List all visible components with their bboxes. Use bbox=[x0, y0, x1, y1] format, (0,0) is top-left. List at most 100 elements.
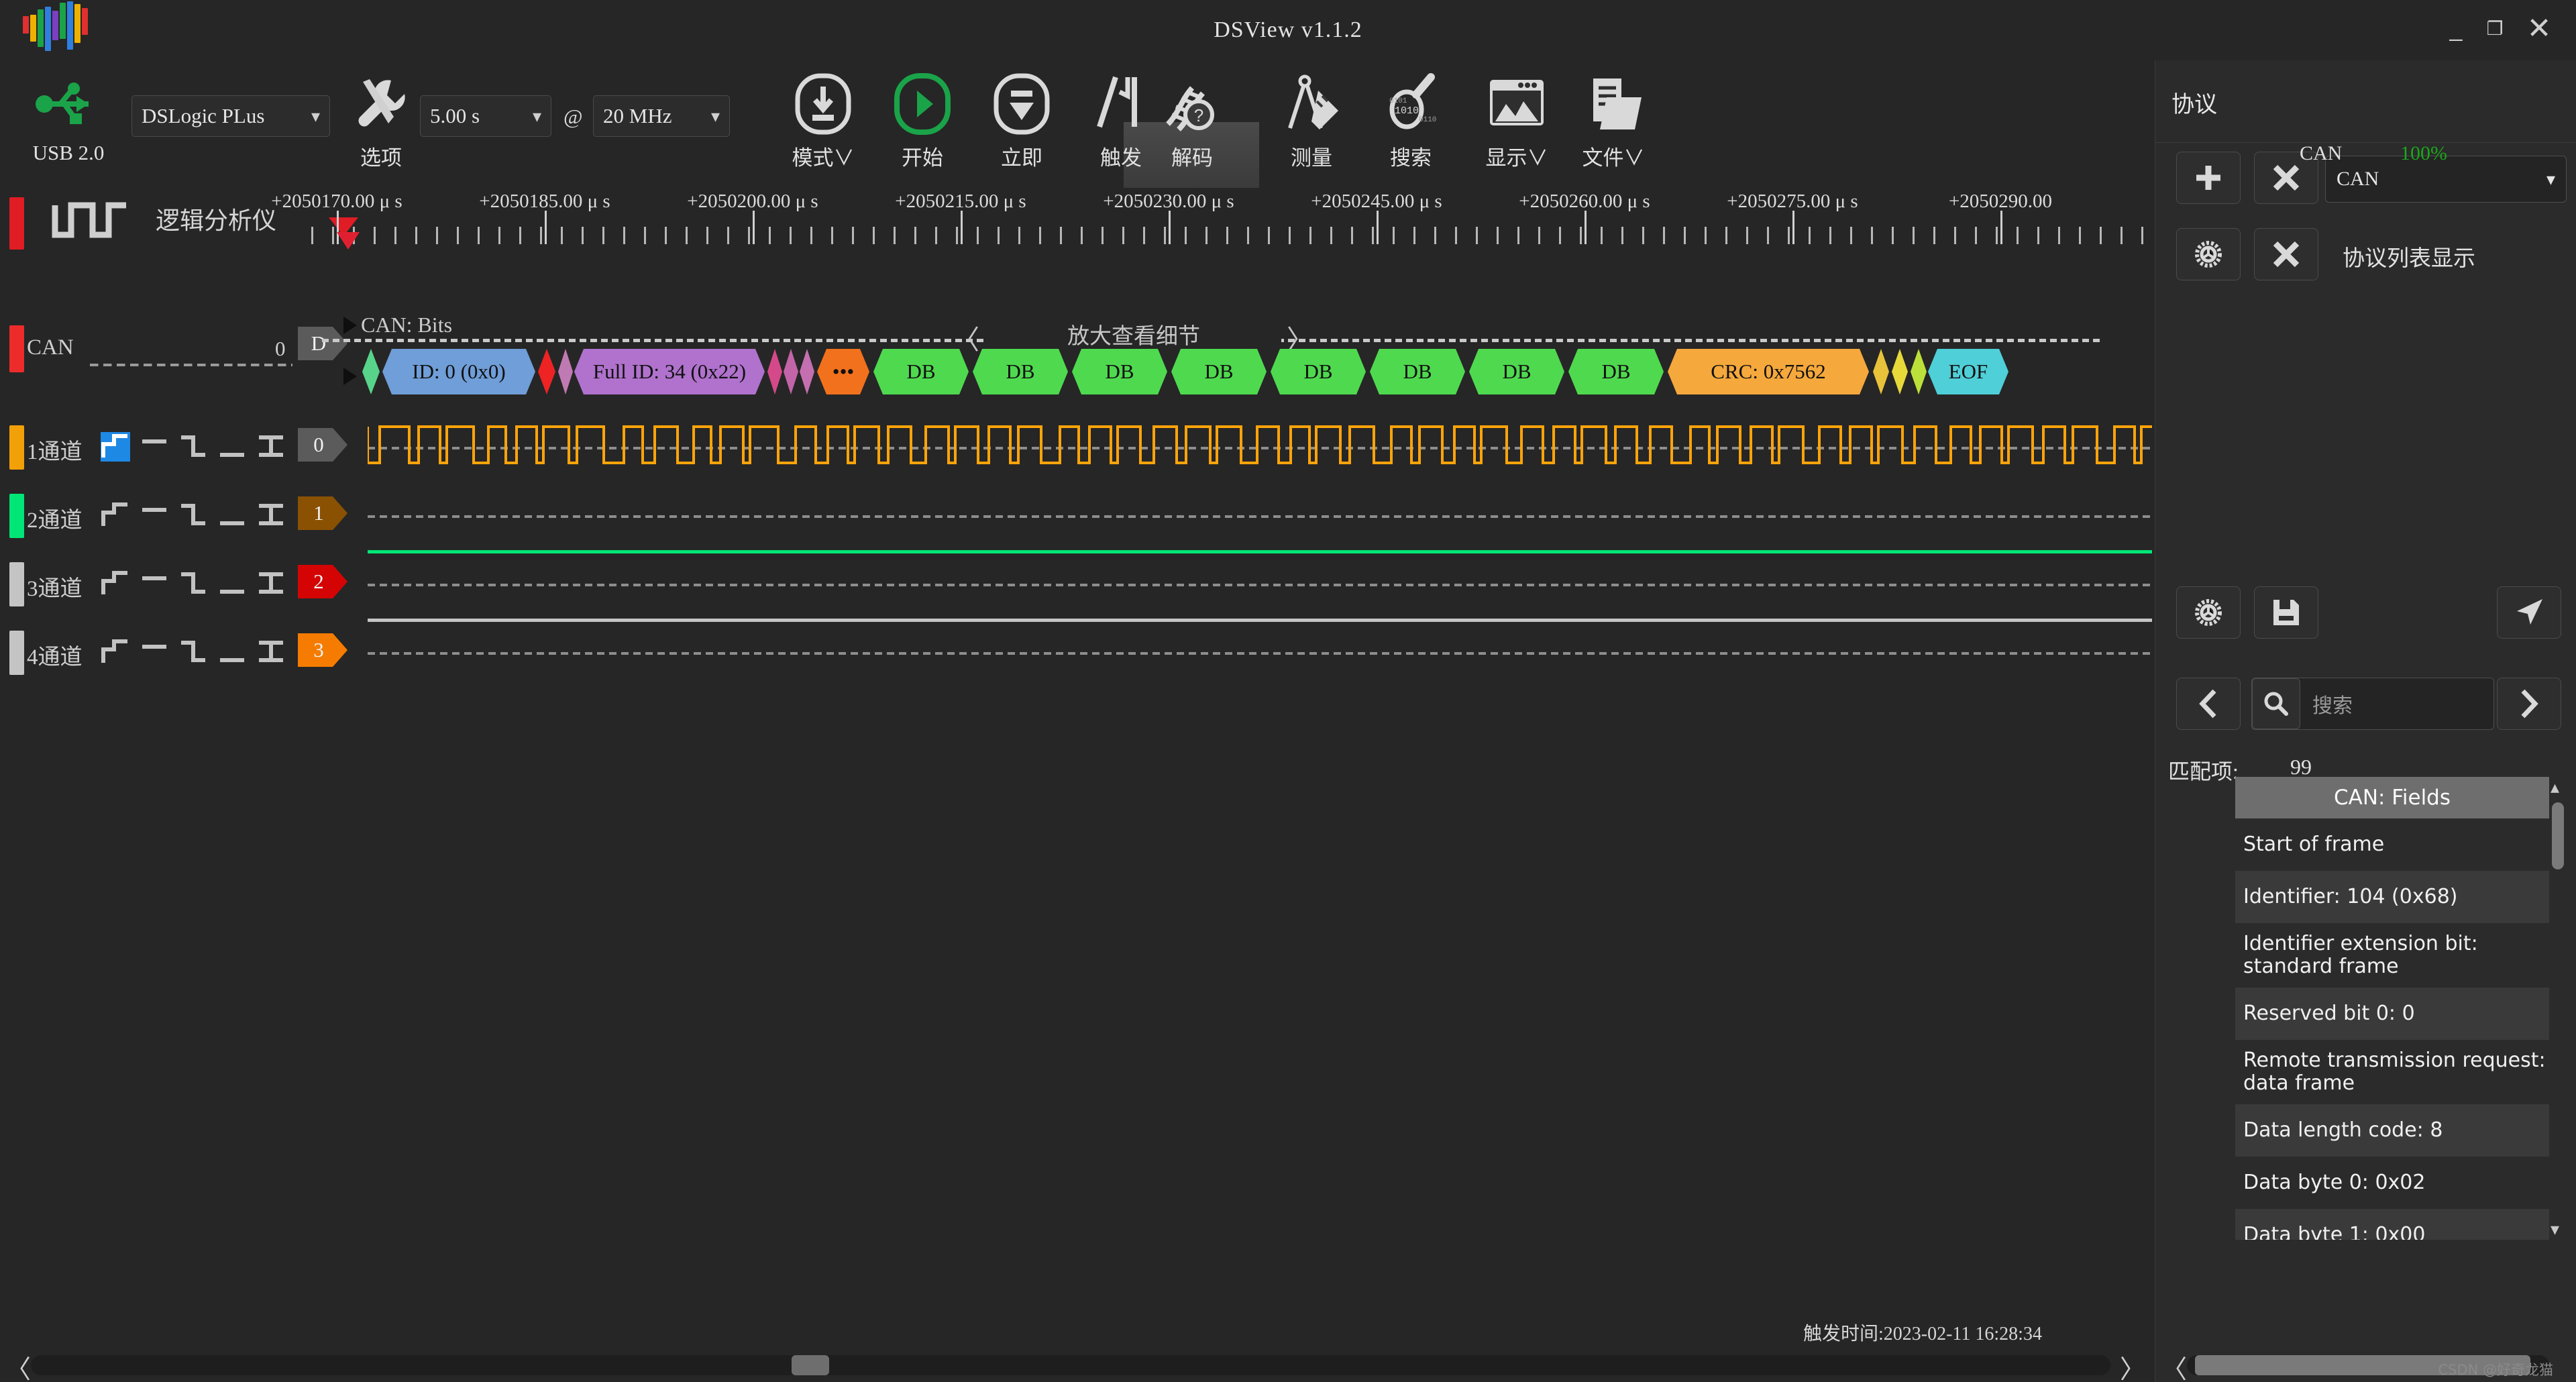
low-level-icon[interactable] bbox=[217, 637, 247, 667]
minimize-button[interactable]: _ bbox=[2436, 9, 2475, 48]
field-list-item[interactable]: 3Reserved bit 0: 0 bbox=[2235, 988, 2549, 1040]
trigger-edge-buttons[interactable] bbox=[101, 432, 286, 462]
duration-select[interactable]: 5.00 s ▾ bbox=[420, 95, 551, 137]
decode-expand-icon[interactable] bbox=[343, 317, 357, 334]
rising-edge-icon[interactable] bbox=[101, 432, 130, 462]
channel-color-chip[interactable] bbox=[9, 562, 24, 606]
add-decoder-button[interactable] bbox=[2176, 152, 2241, 204]
channel-color-chip[interactable] bbox=[9, 494, 24, 538]
can-fields-list[interactable]: CAN: Fields 0Start of frame1Identifier: … bbox=[2235, 777, 2549, 1240]
trigger-edge-buttons[interactable] bbox=[101, 569, 286, 598]
low-level-icon[interactable] bbox=[217, 569, 247, 598]
ruler-minor-tick bbox=[561, 227, 563, 244]
any-edge-icon[interactable] bbox=[256, 637, 286, 667]
high-level-icon[interactable] bbox=[140, 569, 169, 598]
field-list-item[interactable]: 4Remote transmission request: data frame bbox=[2235, 1040, 2549, 1104]
measure-button[interactable]: 测量 bbox=[1261, 70, 1362, 181]
instant-button[interactable]: 立即 bbox=[971, 70, 1072, 181]
low-level-icon[interactable] bbox=[217, 432, 247, 462]
field-list-item[interactable]: 6Data byte 0: 0x02 bbox=[2235, 1157, 2549, 1209]
decode-button[interactable]: ? 解码 bbox=[1135, 70, 1249, 181]
search-input[interactable]: 搜索 bbox=[2300, 689, 2353, 719]
time-ruler[interactable]: +2050170.00 μ s +2050185.00 μ s +2050200.0… bbox=[271, 191, 2164, 259]
scroll-up-icon[interactable]: ▴ bbox=[2551, 777, 2559, 798]
decoder-progress: 100% bbox=[2400, 142, 2447, 164]
field-list-item[interactable]: 7Data byte 1: 0x00 bbox=[2235, 1209, 2549, 1240]
scroll-left-arrow[interactable]: 〈 bbox=[5, 1348, 31, 1382]
decode-block[interactable]: DB bbox=[1469, 349, 1564, 394]
decoder-settings-button[interactable] bbox=[2176, 228, 2241, 280]
waveform-hscroll-thumb[interactable] bbox=[792, 1355, 829, 1375]
falling-edge-icon[interactable] bbox=[178, 569, 208, 598]
any-edge-icon[interactable] bbox=[256, 569, 286, 598]
decode-block[interactable]: ID: 0 (0x0) bbox=[382, 349, 535, 394]
ruler-minor-tick bbox=[1788, 227, 1790, 244]
high-level-icon[interactable] bbox=[140, 432, 169, 462]
search-box[interactable]: 搜索 bbox=[2251, 678, 2494, 730]
usb-device-status[interactable]: USB 2.0 bbox=[9, 70, 127, 181]
decode-block[interactable]: ••• bbox=[817, 349, 869, 394]
any-edge-icon[interactable] bbox=[256, 432, 286, 462]
trigger-edge-buttons[interactable] bbox=[101, 500, 286, 530]
file-button[interactable]: 文件∨ bbox=[1556, 70, 1670, 181]
any-edge-icon[interactable] bbox=[256, 500, 286, 530]
ruler-minor-tick bbox=[977, 227, 979, 244]
channel-color-chip[interactable] bbox=[9, 425, 24, 470]
device-color-chip bbox=[9, 197, 24, 250]
maximize-button[interactable]: ❐ bbox=[2475, 9, 2514, 48]
scroll-down-icon[interactable]: ▾ bbox=[2551, 1219, 2559, 1240]
instant-label: 立即 bbox=[1001, 146, 1042, 170]
ruler-minor-tick bbox=[2079, 227, 2081, 244]
trigger-edge-buttons[interactable] bbox=[101, 637, 286, 667]
channel-color-chip[interactable] bbox=[9, 631, 24, 675]
decode-expand-icon-2[interactable] bbox=[343, 368, 357, 385]
scrollbar-thumb[interactable] bbox=[2552, 802, 2564, 869]
high-level-icon[interactable] bbox=[140, 637, 169, 667]
high-level-icon[interactable] bbox=[140, 500, 169, 530]
mode-button[interactable]: 模式∨ bbox=[773, 70, 873, 181]
ruler-minor-tick bbox=[1081, 227, 1083, 244]
fields-list-scrollbar[interactable]: ▴ ▾ bbox=[2549, 777, 2567, 1240]
decode-block[interactable]: DB bbox=[1271, 349, 1366, 394]
decode-block[interactable]: DB bbox=[1370, 349, 1465, 394]
decode-block[interactable]: EOF bbox=[1928, 349, 2008, 394]
decode-block[interactable]: DB bbox=[873, 349, 969, 394]
rising-edge-icon[interactable] bbox=[101, 637, 130, 667]
goto-button[interactable] bbox=[2497, 586, 2561, 639]
remove-decoder-button[interactable] bbox=[2254, 228, 2318, 280]
trigger-marker-icon[interactable] bbox=[337, 232, 360, 250]
falling-edge-icon[interactable] bbox=[178, 432, 208, 462]
falling-edge-icon[interactable] bbox=[178, 637, 208, 667]
decode-block[interactable]: DB bbox=[1072, 349, 1167, 394]
waveform-hscrollbar[interactable] bbox=[31, 1355, 2110, 1375]
ruler-minor-tick bbox=[1185, 227, 1187, 244]
search-icon[interactable] bbox=[2252, 678, 2300, 729]
can-row-tag[interactable]: D bbox=[298, 327, 347, 360]
field-list-item[interactable]: 0Start of frame bbox=[2235, 818, 2549, 871]
decode-block[interactable]: DB bbox=[1171, 349, 1267, 394]
field-list-item[interactable]: 1Identifier: 104 (0x68) bbox=[2235, 871, 2549, 923]
prev-match-button[interactable] bbox=[2176, 678, 2241, 730]
search-toolbar-button[interactable]: 1010 0101 0110 搜索 bbox=[1360, 70, 1461, 181]
rising-edge-icon[interactable] bbox=[101, 569, 130, 598]
decode-block[interactable]: Full ID: 34 (0x22) bbox=[574, 349, 765, 394]
decode-block[interactable]: DB bbox=[973, 349, 1068, 394]
scroll-right-arrow[interactable]: 〉 bbox=[2120, 1348, 2145, 1382]
falling-edge-icon[interactable] bbox=[178, 500, 208, 530]
close-button[interactable]: ✕ bbox=[2520, 9, 2559, 48]
options-button[interactable]: 选项 bbox=[341, 70, 421, 181]
panel-scroll-left-arrow[interactable]: 〈 bbox=[2161, 1348, 2187, 1382]
decode-block[interactable]: DB bbox=[1568, 349, 1664, 394]
rising-edge-icon[interactable] bbox=[101, 500, 130, 530]
save-list-button[interactable] bbox=[2254, 586, 2318, 639]
list-settings-button[interactable] bbox=[2176, 586, 2241, 639]
field-list-item[interactable]: 5Data length code: 8 bbox=[2235, 1104, 2549, 1157]
device-select[interactable]: DSLogic PLus ▾ bbox=[131, 95, 330, 137]
low-level-icon[interactable] bbox=[217, 500, 247, 530]
decode-block[interactable]: CRC: 0x7562 bbox=[1668, 349, 1869, 394]
samplerate-select[interactable]: 20 MHz ▾ bbox=[593, 95, 730, 137]
ruler-minor-tick bbox=[1309, 227, 1311, 244]
field-list-item[interactable]: 2Identifier extension bit: standard fram… bbox=[2235, 923, 2549, 988]
start-button[interactable]: 开始 bbox=[872, 70, 973, 181]
next-match-button[interactable] bbox=[2497, 678, 2561, 730]
